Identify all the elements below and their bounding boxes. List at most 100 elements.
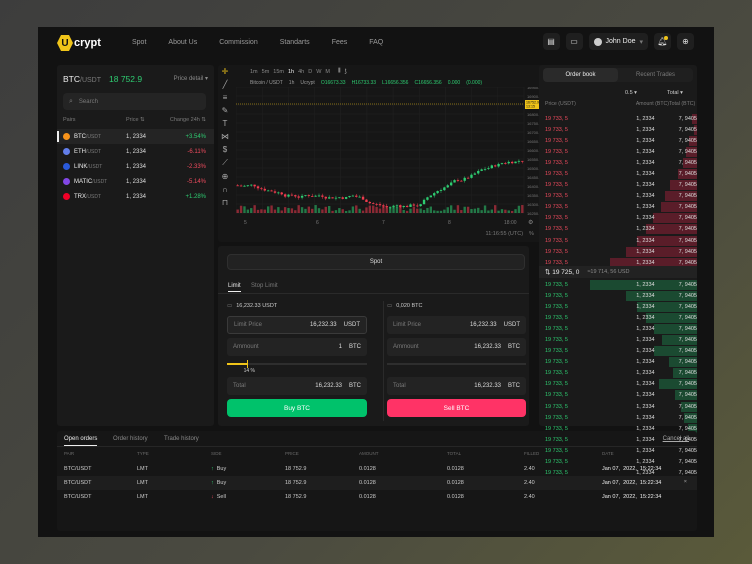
order-row[interactable]: BTC/USDT LMT ↑ Buy 18 752.9 0.0128 0.0128 2.40 J… <box>57 476 697 490</box>
sell-amount-slider[interactable] <box>387 363 526 365</box>
nav-standarts[interactable]: Standarts <box>280 39 310 46</box>
nav-faq[interactable]: FAQ <box>369 39 383 46</box>
tab-stop-limit[interactable]: Stop Limit <box>251 283 278 289</box>
pct-scale-toggle[interactable]: % <box>529 231 534 237</box>
search-input[interactable]: ⌕ Search <box>63 93 206 110</box>
bid-row[interactable]: 19 733, 5 1, 2334 7, 9405 <box>539 401 697 412</box>
chart-settings-icon[interactable]: ⚙ <box>528 219 533 226</box>
close-icon[interactable]: × <box>684 479 687 485</box>
ask-row[interactable]: 19 733, 5 1, 2334 7, 9405 <box>539 246 697 257</box>
pattern-icon[interactable]: ⋈ <box>221 132 229 141</box>
nav-commission[interactable]: Commission <box>219 39 258 46</box>
document-icon[interactable]: ▤ <box>542 33 560 50</box>
total-select[interactable]: Total ▾ <box>667 90 683 96</box>
brush-icon[interactable]: ✎ <box>222 106 229 115</box>
timeframe-1h[interactable]: 1h <box>288 69 294 75</box>
tab-recent-trades[interactable]: Recent Trades <box>618 68 693 82</box>
candlestick-chart[interactable]: 16950.016900.016850.016800.016750.016700… <box>236 87 568 227</box>
bid-row[interactable]: 19 733, 5 1, 2334 7, 9405 <box>539 368 697 379</box>
zoom-icon[interactable]: ⊕ <box>222 172 229 181</box>
trendline-icon[interactable]: ╱ <box>223 80 228 89</box>
sell-limit-price-unit: USDT <box>503 322 520 328</box>
user-menu[interactable]: John Doe ▾ <box>588 33 648 50</box>
ask-row[interactable]: 19 733, 5 1, 2334 7, 9405 <box>539 180 697 191</box>
pair-row[interactable]: ETH/USDT 1, 2334 -6.11% <box>57 144 214 159</box>
timeframe-5m[interactable]: 5m <box>262 69 270 75</box>
ask-row[interactable]: 19 733, 5 1, 2334 7, 9405 <box>539 213 697 224</box>
dollar-icon[interactable]: $ <box>223 145 227 154</box>
ask-row[interactable]: 19 733, 5 1, 2334 7, 9405 <box>539 157 697 168</box>
buy-total-field[interactable]: Total 16,232.33 BTC <box>227 377 367 395</box>
hlines-icon[interactable]: ≡ <box>223 93 228 102</box>
globe-icon[interactable]: ⊕ <box>677 33 694 50</box>
pair-row[interactable]: BTC/USDT 1, 2334 +3.54% <box>57 129 214 144</box>
pair-row[interactable]: TRX/USDT 1, 2334 +1.28% <box>57 189 214 204</box>
timeframe-15m[interactable]: 15m <box>273 69 284 75</box>
ask-amount: 1, 2334 <box>636 159 655 166</box>
bid-row[interactable]: 19 733, 5 1, 2334 7, 9405 <box>539 301 697 312</box>
timeframe-1m[interactable]: 1m <box>250 69 258 75</box>
bid-row[interactable]: 19 733, 5 1, 2334 7, 9405 <box>539 379 697 390</box>
bid-row[interactable]: 19 733, 5 1, 2334 7, 9405 <box>539 312 697 323</box>
bid-row[interactable]: 19 733, 5 1, 2334 7, 9405 <box>539 290 697 301</box>
bid-row[interactable]: 19 733, 5 1, 2334 7, 9405 <box>539 390 697 401</box>
order-row[interactable]: BTC/USDT LMT ↓ Sell 18 752.9 0.0128 0.0128 2.40… <box>57 490 697 504</box>
bid-row[interactable]: 19 733, 5 1, 2334 7, 9405 <box>539 279 697 290</box>
amount-slider-handle[interactable] <box>246 360 248 368</box>
nav-spot[interactable]: Spot <box>132 39 146 46</box>
col-price[interactable]: Price ⇅ <box>126 117 166 123</box>
bid-row[interactable]: 19 733, 5 1, 2334 7, 9405 <box>539 357 697 368</box>
bid-row[interactable]: 19 733, 5 1, 2334 7, 9405 <box>539 334 697 345</box>
bid-row[interactable]: 19 733, 5 1, 2334 7, 9405 <box>539 323 697 334</box>
buy-amount-field[interactable]: Ammount 1 BTC <box>227 338 367 356</box>
timeframe-4h[interactable]: 4h <box>298 69 304 75</box>
ask-row[interactable]: 19 733, 5 1, 2334 7, 9405 <box>539 224 697 235</box>
magnet-icon[interactable]: ∩ <box>222 185 228 194</box>
lock-icon[interactable]: ⊓ <box>222 198 228 207</box>
buy-button[interactable]: Buy BTC <box>227 399 367 417</box>
price-detail-dropdown[interactable]: Price detail ▾ <box>174 75 208 82</box>
ask-row[interactable]: 19 733, 5 1, 2334 7, 9405 <box>539 191 697 202</box>
pair-row[interactable]: MATIC/USDT 1, 2334 -5.14% <box>57 174 214 189</box>
bell-icon[interactable]: 🔔︎ <box>654 33 671 50</box>
buy-limit-price-field[interactable]: Limit Price 16,232.33 USDT <box>227 316 367 334</box>
ask-row[interactable]: 19 733, 5 1, 2334 7, 9405 <box>539 235 697 246</box>
volume-bar <box>304 208 307 213</box>
nav-about-us[interactable]: About Us <box>168 39 197 46</box>
timeframe-M[interactable]: M <box>325 69 330 75</box>
nav-fees[interactable]: Fees <box>332 39 348 46</box>
tab-open-orders[interactable]: Open orders <box>64 436 98 446</box>
sell-button[interactable]: Sell BTC <box>387 399 526 417</box>
candle-type-icon[interactable]: ⫼ <box>338 68 341 75</box>
tab-order-book[interactable]: Order book <box>543 68 618 82</box>
ruler-icon[interactable]: ⟋ <box>222 158 228 168</box>
indicators-icon[interactable]: ⟆ <box>345 69 347 75</box>
ask-row[interactable]: 19 733, 5 1, 2334 7, 9405 <box>539 168 697 179</box>
sell-total-field[interactable]: Total 16,232.33 BTC <box>387 377 526 395</box>
tab-order-history[interactable]: Order history <box>113 436 148 442</box>
ask-row[interactable]: 19 733, 5 1, 2334 7, 9405 <box>539 202 697 213</box>
text-tool-icon[interactable]: T <box>223 119 228 128</box>
pair-row[interactable]: LINK/USDT 1, 2334 -2.33% <box>57 159 214 174</box>
timeframe-W[interactable]: W <box>316 69 321 75</box>
ask-row[interactable]: 19 733, 5 1, 2334 7, 9405 <box>539 124 697 135</box>
sell-amount-field[interactable]: Ammount 16,232.33 BTC <box>387 338 526 356</box>
logo[interactable]: U crypt <box>57 35 101 51</box>
sell-limit-price-field[interactable]: Limit Price 16,232.33 USDT <box>387 316 526 334</box>
tab-trade-history[interactable]: Trade history <box>164 436 199 442</box>
ask-row[interactable]: 19 733, 5 1, 2334 7, 9405 <box>539 113 697 124</box>
ask-row[interactable]: 19 733, 5 1, 2334 7, 9405 <box>539 146 697 157</box>
col-change[interactable]: Change 24h ⇅ <box>166 117 206 123</box>
wallet-icon[interactable]: ▭ <box>565 33 583 50</box>
candle-body <box>456 180 460 181</box>
volume-bar <box>409 208 412 213</box>
bid-row[interactable]: 19 733, 5 1, 2334 7, 9405 <box>539 412 697 423</box>
crosshair-icon[interactable]: ✛ <box>222 67 229 76</box>
tab-limit[interactable]: Limit <box>228 283 241 292</box>
amount-slider[interactable] <box>227 360 367 368</box>
spot-tab[interactable]: Spot <box>227 254 525 270</box>
step-select[interactable]: 0.5 ▾ <box>625 90 637 96</box>
bid-row[interactable]: 19 733, 5 1, 2334 7, 9405 <box>539 346 697 357</box>
ask-row[interactable]: 19 733, 5 1, 2334 7, 9405 <box>539 135 697 146</box>
timeframe-D[interactable]: D <box>308 69 312 75</box>
